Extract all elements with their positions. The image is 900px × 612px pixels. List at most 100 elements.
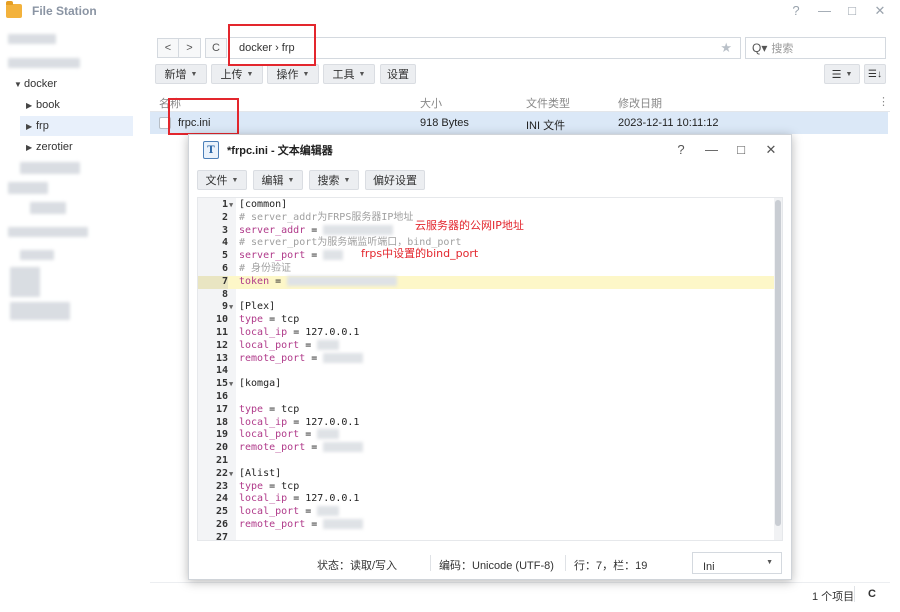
menu-preferences[interactable]: 偏好设置 [365,170,425,190]
close-button[interactable]: ✕ [765,142,777,158]
code-text: [Alist] [239,467,282,479]
code-line[interactable]: 21 [198,455,776,468]
maximize-button[interactable]: □ [846,3,858,19]
path-bar[interactable]: docker › frp ★ [229,37,741,59]
breadcrumb: docker › frp [239,42,295,54]
chevron-down-icon: ▼ [766,559,773,566]
help-button[interactable]: ? [790,3,802,19]
blurred-item [20,162,80,174]
star-icon[interactable]: ★ [720,40,732,56]
code-line[interactable]: 5 server_port = [198,250,776,263]
scrollbar-track[interactable] [774,198,782,540]
window-controls: ? — □ ✕ [790,3,886,19]
column-name[interactable]: 名称 [159,95,181,111]
column-options-icon[interactable]: ⋮ [878,95,889,108]
sort-button[interactable]: ☰↓ [864,64,886,84]
help-button[interactable]: ? [675,142,687,158]
code-line[interactable]: 8 [198,289,776,302]
table-row[interactable]: frpc.ini 918 Bytes INI 文件 2023-12-11 10:… [150,112,888,134]
code-line[interactable]: 24 local_ip = 127.0.0.1 [198,493,776,506]
minimize-button[interactable]: — [818,3,831,19]
refresh-icon[interactable]: C [868,588,876,600]
tools-button[interactable]: 工具 ▼ [323,64,375,84]
code-line[interactable]: 13 remote_port = [198,352,776,366]
code-line[interactable]: 18 local_ip = 127.0.0.1 [198,417,776,430]
code-line[interactable]: 27 [198,532,776,540]
close-button[interactable]: ✕ [874,3,886,19]
code-text: # 身份验证 [239,263,292,274]
action-button[interactable]: 操作 ▼ [267,64,319,84]
chevron-right-icon: ▶ [26,100,33,110]
code-line[interactable]: 15 ▼ [komga] [198,378,776,391]
code-text: local_ip = 127.0.0.1 [239,493,360,505]
code-line[interactable]: 12 local_port = [198,339,776,353]
refresh-button[interactable]: C [205,38,227,58]
upload-button[interactable]: 上传 ▼ [211,64,263,84]
file-modified: 2023-12-11 10:11:12 [618,117,719,129]
maximize-button[interactable]: □ [735,142,747,158]
line-number: 11 [215,327,228,338]
view-mode-button[interactable]: ☰ ▼ [824,64,860,84]
fold-toggle-icon[interactable]: ▼ [229,468,233,481]
sort-icon: ☰↓ [868,68,882,80]
code-editor[interactable]: 1 ▼ [common] 2 # server_addr为FRPS服务器IP地址 3 ser… [197,197,783,541]
annotation-server-addr: 云服务器的公网IP地址 [415,219,524,232]
column-type[interactable]: 文件类型 [526,95,570,111]
code-line[interactable]: 25 local_port = [198,506,776,519]
code-line[interactable]: 11 local_ip = 127.0.0.1 [198,327,776,340]
code-line[interactable]: 22 ▼ [Alist] [198,468,776,481]
code-line[interactable]: 16 [198,391,776,404]
code-line[interactable]: 6 # 身份验证 [198,263,776,276]
line-number: 16 [215,391,228,402]
divider [565,555,566,571]
chevron-down-icon: ▼ [358,70,366,78]
code-text: local_ip = 127.0.0.1 [239,416,360,428]
code-text: token = [239,275,398,289]
code-text: server_port = [239,250,344,263]
search-input[interactable]: Q▾ 搜索 [745,37,886,59]
fold-toggle-icon[interactable]: ▼ [229,301,233,314]
code-line[interactable]: 9 ▼ [Plex] [198,301,776,314]
tree-item-book[interactable]: ▶ book [26,95,140,115]
menu-search[interactable]: 搜索 ▼ [309,170,359,190]
tree-item-frp[interactable]: ▶ frp [20,116,133,136]
line-number: 12 [215,339,228,351]
text-editor-icon: T [203,141,219,159]
status-mode: 状态：读取/写入 [317,560,398,572]
back-button[interactable]: < [157,38,179,58]
code-line[interactable]: 7 token = [198,275,776,289]
code-line[interactable]: 19 local_port = [198,429,776,442]
column-size[interactable]: 大小 [420,95,442,111]
code-line[interactable]: 20 remote_port = [198,442,776,455]
line-number: 3 [221,224,228,236]
code-line[interactable]: 26 remote_port = [198,519,776,532]
divider [430,555,431,571]
code-line[interactable]: 14 [198,365,776,378]
list-header: 名称 大小 文件类型 修改日期 ⋮ [150,92,890,112]
new-button[interactable]: 新增 ▼ [155,64,207,84]
fold-toggle-icon[interactable]: ▼ [229,378,233,391]
tree-item-zerotier[interactable]: ▶ zerotier [26,137,140,157]
forward-button[interactable]: > [179,38,201,58]
code-line[interactable]: 4 # server_port为服务端监听端口，bind_port [198,237,776,250]
settings-button[interactable]: 设置 [380,64,416,84]
chevron-down-icon: ▼ [190,70,198,78]
code-text: server_addr = [239,224,394,238]
chevron-down-icon: ▼ [14,79,22,89]
annotation-server-port: frps中设置的bind_port [361,247,479,260]
folder-icon [6,1,22,18]
code-line[interactable]: 1 ▼ [common] [198,199,776,212]
menu-edit[interactable]: 编辑 ▼ [253,170,303,190]
language-select[interactable]: Ini ▼ [692,552,782,574]
code-line[interactable]: 17 type = tcp [198,404,776,417]
row-checkbox[interactable] [159,117,171,129]
scrollbar-thumb[interactable] [775,200,781,526]
minimize-button[interactable]: — [705,142,718,158]
code-line[interactable]: 23 type = tcp [198,481,776,494]
line-number: 14 [215,365,228,377]
menu-file[interactable]: 文件 ▼ [197,170,247,190]
column-modified[interactable]: 修改日期 [618,95,662,111]
fold-toggle-icon[interactable]: ▼ [229,199,233,212]
code-line[interactable]: 10 type = tcp [198,314,776,327]
tree-item-docker[interactable]: ▼ docker [14,74,140,94]
